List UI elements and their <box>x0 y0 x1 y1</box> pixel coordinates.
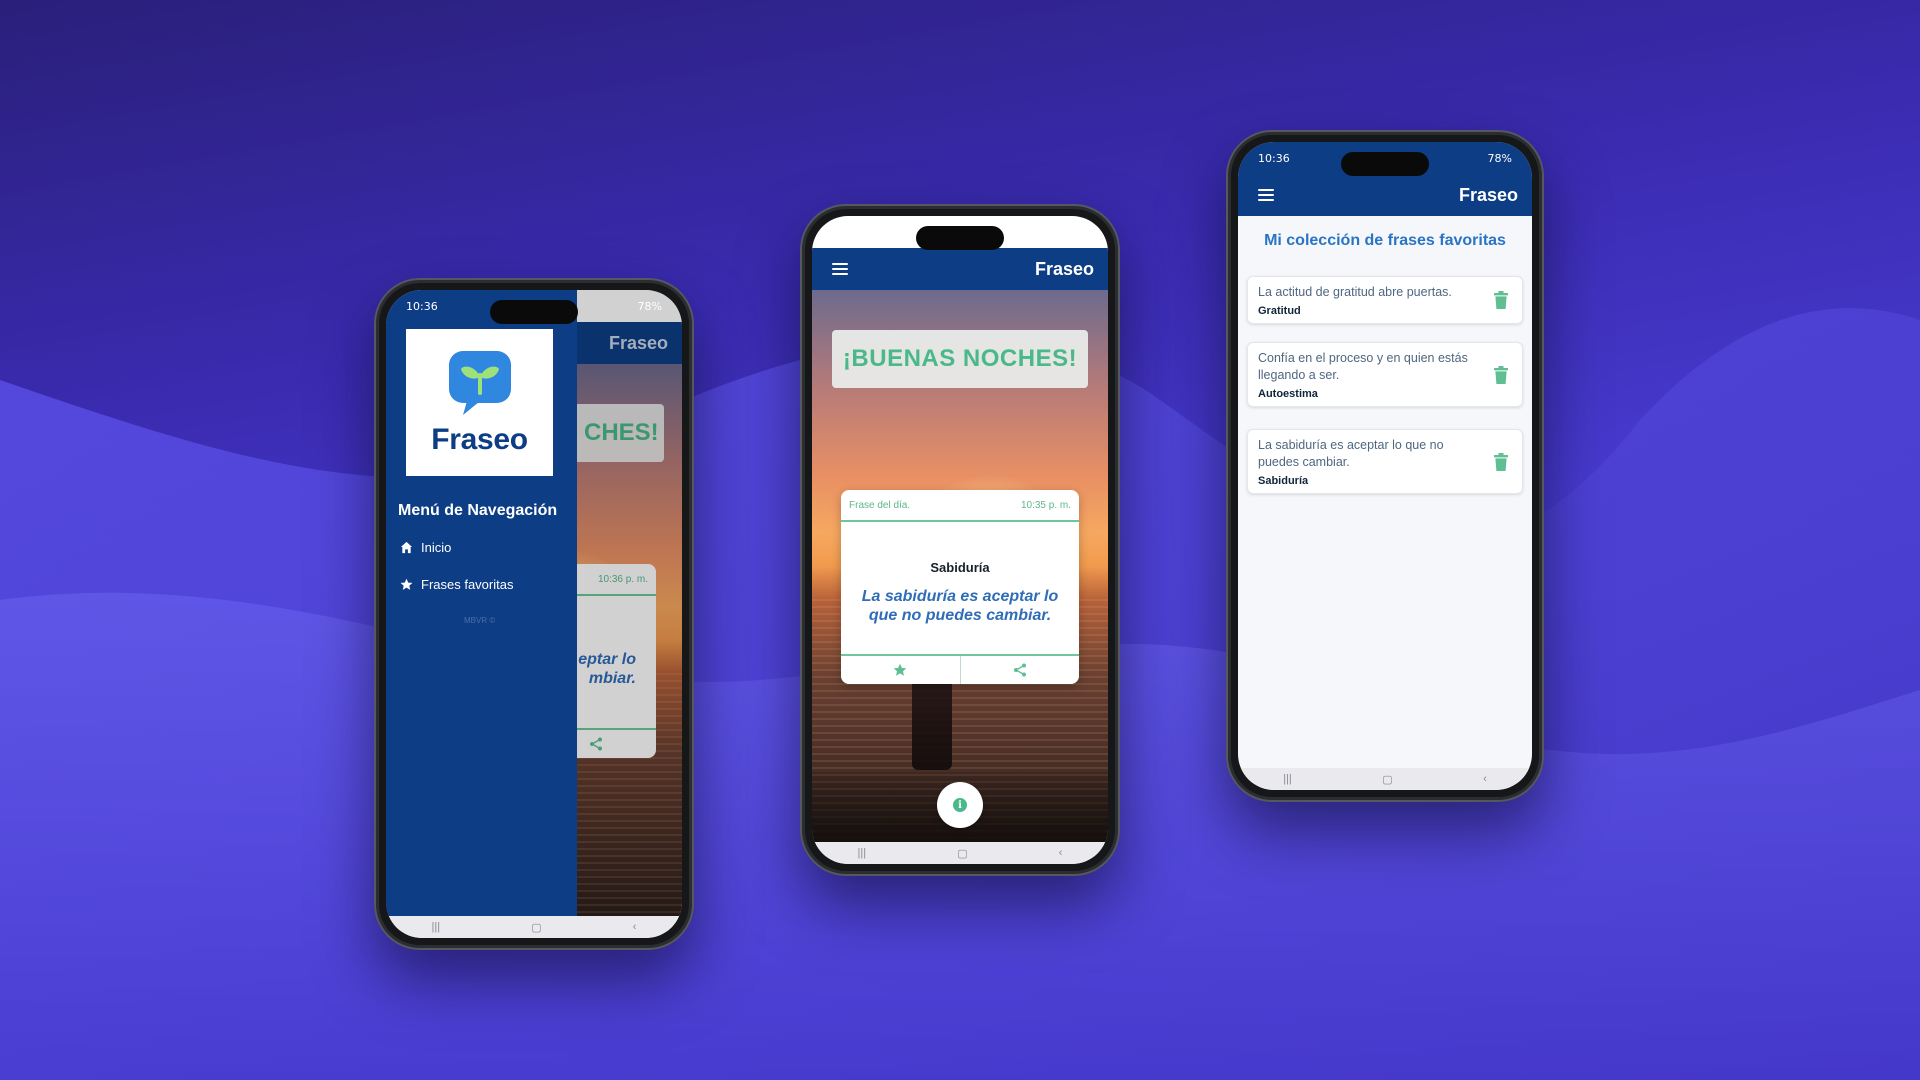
dynamic-island <box>916 226 1004 250</box>
favorite-category: Sabiduría <box>1258 475 1309 487</box>
dynamic-island <box>490 300 578 324</box>
favorite-category: Gratitud <box>1258 305 1301 317</box>
favorite-category: Autoestima <box>1258 388 1318 400</box>
share-icon <box>1013 663 1026 677</box>
phone-right: 10:36 78% Fraseo Mi colección de frases … <box>1226 130 1544 802</box>
card-label: Frase del día. <box>849 499 911 511</box>
drawer-scrim[interactable] <box>577 290 682 916</box>
system-nav-bar: ||| ▢ ‹ <box>386 916 682 938</box>
logo-text: Fraseo <box>431 422 528 456</box>
home-icon <box>400 541 413 554</box>
navigation-drawer: Fraseo Menú de Navegación Inicio Frases … <box>386 290 577 916</box>
recents-icon[interactable]: ||| <box>858 847 867 859</box>
favorite-button[interactable] <box>841 656 961 684</box>
favorite-item: La sabiduría es aceptar lo que no puedes… <box>1247 429 1523 494</box>
quote-category: Sabiduría <box>930 560 990 575</box>
status-time: 10:35 <box>832 225 864 239</box>
recents-icon[interactable]: ||| <box>1283 773 1292 785</box>
home-button-icon[interactable]: ▢ <box>1382 773 1392 786</box>
phone-left: 10:36 78% Fraseo CHES! 10:36 p. m. eptar… <box>374 278 694 950</box>
favorite-text: La sabiduría es aceptar lo que no puedes… <box>1258 438 1444 469</box>
share-button[interactable] <box>961 656 1080 684</box>
speech-bubble-sprout-icon <box>448 350 511 415</box>
back-icon[interactable]: ‹ <box>633 921 637 933</box>
home-button-icon[interactable]: ▢ <box>957 847 967 860</box>
phone-center: 10:35 78% Fraseo ¡BUENAS NOCHES! Frase d… <box>800 204 1120 876</box>
back-icon[interactable]: ‹ <box>1059 847 1063 859</box>
back-icon[interactable]: ‹ <box>1483 773 1487 785</box>
favorite-text: Confía en el proceso y en quien estás ll… <box>1258 351 1468 382</box>
status-time: 10:36 <box>406 299 438 313</box>
drawer-item-frases-favoritas[interactable]: Frases favoritas <box>400 577 513 592</box>
system-nav-bar: ||| ▢ ‹ <box>1238 768 1532 790</box>
favorite-text: La actitud de gratitud abre puertas. <box>1258 285 1452 299</box>
trash-icon[interactable] <box>1494 452 1508 471</box>
phone-left-screen: 10:36 78% Fraseo CHES! 10:36 p. m. eptar… <box>386 290 682 938</box>
trash-icon[interactable] <box>1494 291 1508 309</box>
phone-center-screen: 10:35 78% Fraseo ¡BUENAS NOCHES! Frase d… <box>812 216 1108 864</box>
home-button-icon[interactable]: ▢ <box>531 921 541 934</box>
drawer-item-inicio[interactable]: Inicio <box>400 540 451 555</box>
hamburger-menu-icon[interactable] <box>832 263 848 275</box>
info-icon: i <box>953 798 967 812</box>
quote-text: La sabiduría es aceptar lo que no puedes… <box>861 588 1059 624</box>
app-logo: Fraseo <box>406 329 553 476</box>
quote-card-actions <box>841 654 1079 684</box>
quote-card: Frase del día. 10:35 p. m. Sabiduría La … <box>841 490 1079 684</box>
info-button[interactable]: i <box>937 782 983 828</box>
drawer-item-label: Frases favoritas <box>421 577 514 592</box>
system-nav-bar: ||| ▢ ‹ <box>812 842 1108 864</box>
page-title: Mi colección de frases favoritas <box>1264 232 1506 249</box>
phone-right-screen: 10:36 78% Fraseo Mi colección de frases … <box>1238 142 1532 790</box>
battery-level: 78% <box>637 299 662 313</box>
hamburger-menu-icon[interactable] <box>1258 189 1274 201</box>
battery-level: 78% <box>1487 151 1512 165</box>
dynamic-island <box>1341 152 1429 176</box>
status-time: 10:36 <box>1258 151 1290 165</box>
app-bar: Fraseo <box>812 248 1108 290</box>
recents-icon[interactable]: ||| <box>432 921 441 933</box>
greeting-banner: ¡BUENAS NOCHES! <box>832 330 1088 388</box>
drawer-item-label: Inicio <box>421 540 452 555</box>
quote-card-header: Frase del día. 10:35 p. m. <box>841 490 1079 522</box>
battery-level: 78% <box>1063 225 1088 239</box>
app-version: MBVR © <box>464 616 496 625</box>
card-time: 10:35 p. m. <box>1020 499 1071 511</box>
app-bar: Fraseo <box>1238 174 1532 216</box>
trash-icon[interactable] <box>1494 365 1508 384</box>
star-icon <box>893 663 907 676</box>
star-icon <box>400 578 413 590</box>
app-title: Fraseo <box>1458 184 1518 205</box>
favorite-item: La actitud de gratitud abre puertas. Gra… <box>1247 276 1523 324</box>
favorite-item: Confía en el proceso y en quien estás ll… <box>1247 342 1523 407</box>
drawer-title: Menú de Navegación <box>398 502 558 519</box>
app-title: Fraseo <box>1034 258 1094 279</box>
